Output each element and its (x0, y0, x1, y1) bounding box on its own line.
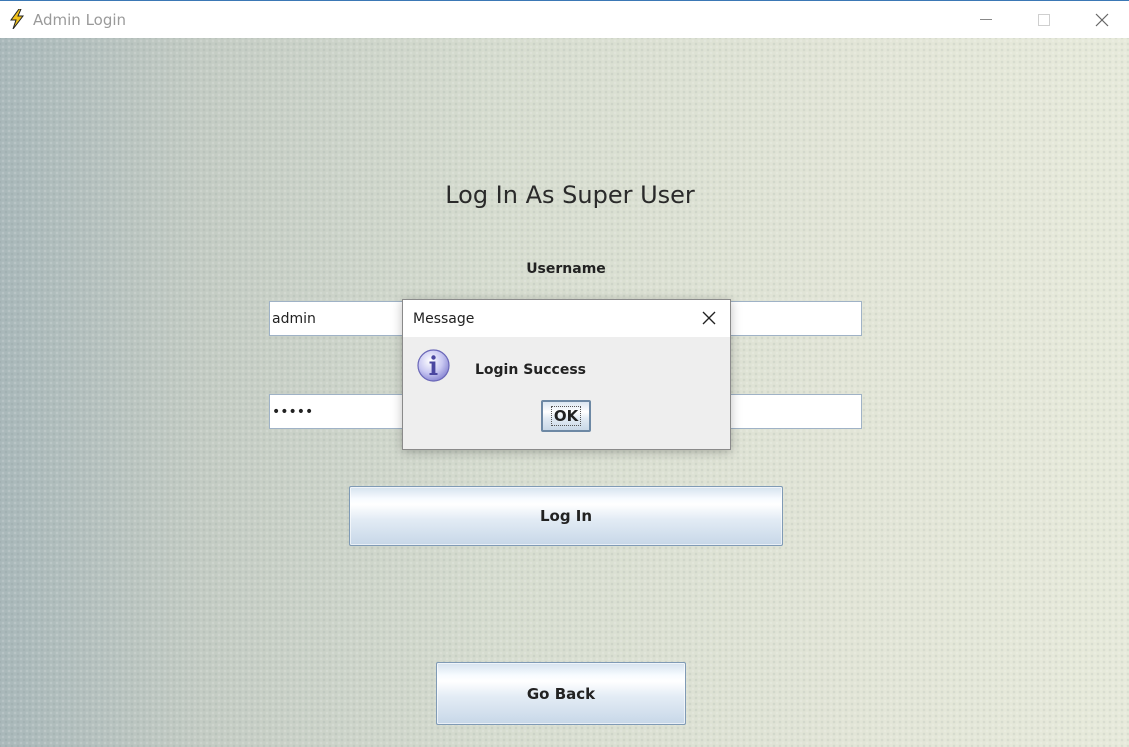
info-icon (417, 349, 450, 382)
username-label: Username (526, 261, 606, 277)
maximize-icon (1038, 14, 1050, 26)
login-button[interactable]: Log In (349, 486, 783, 546)
minimize-button[interactable] (957, 1, 1015, 39)
ok-button[interactable]: OK (541, 400, 591, 432)
window-title: Admin Login (33, 11, 127, 29)
window-titlebar: Admin Login (0, 0, 1129, 38)
close-icon (1095, 13, 1109, 27)
dialog-message: Login Success (475, 362, 587, 378)
close-button[interactable] (1073, 1, 1129, 39)
go-back-button[interactable]: Go Back (436, 662, 686, 725)
maximize-button[interactable] (1015, 1, 1073, 39)
message-dialog: Message Login Success OK (402, 299, 731, 450)
page-title: Log In As Super User (445, 181, 695, 209)
lightning-bolt-icon (10, 9, 25, 29)
minimize-icon (980, 19, 992, 20)
dialog-title: Message (413, 311, 475, 327)
dialog-titlebar: Message (403, 300, 730, 337)
ok-button-label: OK (550, 406, 582, 426)
dialog-close-icon[interactable] (698, 307, 720, 329)
